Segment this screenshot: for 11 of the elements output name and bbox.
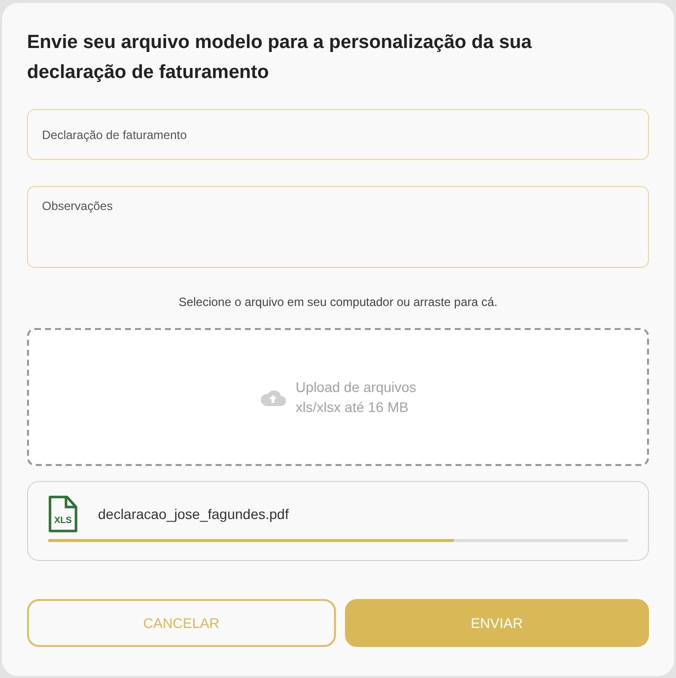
upload-dropzone[interactable]: Upload de arquivos xls/xlsx até 16 MB	[27, 328, 649, 466]
submit-button[interactable]: ENVIAR	[344, 599, 649, 647]
upload-subtitle: xls/xlsx até 16 MB	[296, 398, 410, 417]
helper-text: Selecione o arquivo em seu computador ou arraste para cá.	[178, 294, 498, 311]
file-name: declaracao_jose_fagundes.pdf	[98, 504, 289, 524]
text-field[interactable]: Declaração de faturamento	[27, 109, 649, 160]
dialog-title: Envie seu arquivo modelo para a personalização da sua declaração de faturamento	[27, 31, 533, 85]
spreadsheet-file-icon: XLS	[48, 495, 78, 533]
cancel-button[interactable]: CANCELAR	[27, 599, 336, 647]
upload-title: Upload de arquivos	[296, 378, 416, 397]
observations-field[interactable]: Observações	[27, 186, 649, 268]
